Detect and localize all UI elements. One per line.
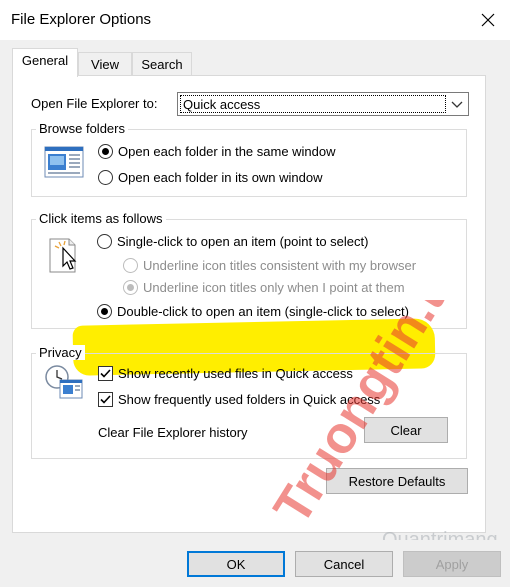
browse-folders-legend: Browse folders (36, 121, 128, 136)
same-window-label[interactable]: Open each folder in the same window (118, 144, 336, 159)
window-title: File Explorer Options (11, 11, 152, 28)
restore-defaults-button[interactable]: Restore Defaults (326, 468, 468, 494)
checkmark-icon (100, 369, 111, 378)
single-click-radio[interactable] (97, 234, 112, 249)
underline-browser-radio[interactable] (123, 258, 138, 273)
cancel-button[interactable]: Cancel (295, 551, 393, 577)
underline-browser-label: Underline icon titles consistent with my… (143, 258, 417, 273)
underline-point-radio[interactable] (123, 280, 138, 295)
apply-button[interactable]: Apply (403, 551, 501, 577)
clear-history-button[interactable]: Clear (364, 417, 448, 443)
tab-search-label: Search (141, 57, 183, 72)
double-click-radio[interactable] (97, 304, 112, 319)
dialog-body: General View Search Open File Explorer t… (0, 40, 510, 587)
apply-button-label: Apply (435, 557, 469, 572)
open-to-dropdown[interactable]: Quick access (177, 92, 469, 116)
show-frequent-folders-checkbox[interactable] (98, 392, 113, 407)
checkmark-icon (100, 395, 111, 404)
recent-files-clock-icon (45, 365, 83, 399)
double-click-label[interactable]: Double-click to open an item (single-cli… (117, 304, 409, 319)
clear-history-button-label: Clear (390, 423, 422, 438)
click-items-legend: Click items as follows (36, 211, 166, 226)
general-tab-panel: Open File Explorer to: Quick access Brow… (12, 75, 486, 533)
window-icon (44, 146, 84, 178)
tab-general[interactable]: General (12, 48, 78, 77)
clear-history-label: Clear File Explorer history (98, 425, 248, 440)
privacy-group: Privacy Show recently used files in Quic… (31, 345, 467, 459)
ok-button-label: OK (226, 557, 246, 572)
show-frequent-folders-label[interactable]: Show frequently used folders in Quick ac… (118, 392, 380, 407)
pointer-click-icon (49, 238, 77, 273)
own-window-label[interactable]: Open each folder in its own window (118, 170, 323, 185)
ok-button[interactable]: OK (187, 551, 285, 577)
tab-view-label: View (91, 57, 119, 72)
same-window-radio[interactable] (98, 144, 113, 159)
single-click-label[interactable]: Single-click to open an item (point to s… (117, 234, 368, 249)
title-bar: File Explorer Options (0, 0, 510, 40)
restore-defaults-label: Restore Defaults (348, 474, 446, 489)
cancel-button-label: Cancel (323, 557, 365, 572)
show-recent-files-checkbox[interactable] (98, 366, 113, 381)
own-window-radio[interactable] (98, 170, 113, 185)
show-recent-files-label[interactable]: Show recently used files in Quick access (118, 366, 353, 381)
underline-point-label: Underline icon titles only when I point … (143, 280, 405, 295)
close-icon (481, 13, 495, 27)
tab-view[interactable]: View (78, 52, 132, 76)
chevron-down-icon (451, 101, 463, 108)
open-to-value: Quick access (180, 95, 446, 113)
privacy-legend: Privacy (36, 345, 85, 360)
tab-search[interactable]: Search (132, 52, 192, 76)
close-button[interactable] (466, 0, 510, 40)
browse-folders-group: Browse folders Open each folder in the s… (31, 121, 467, 197)
tab-general-label: General (21, 53, 69, 68)
open-to-label: Open File Explorer to: (31, 96, 158, 111)
